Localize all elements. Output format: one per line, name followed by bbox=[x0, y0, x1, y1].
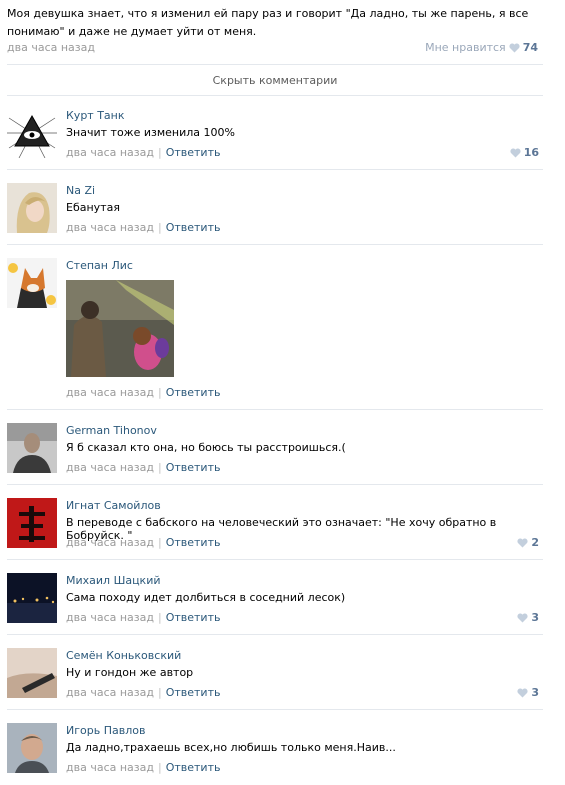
reply-link[interactable]: Ответить bbox=[166, 536, 221, 549]
separator: | bbox=[157, 386, 162, 399]
comment-meta: два часа назад | Ответить bbox=[66, 386, 220, 399]
comment-time[interactable]: два часа назад bbox=[66, 146, 154, 159]
separator: | bbox=[157, 611, 162, 624]
post-like-count: 74 bbox=[522, 41, 538, 54]
comment-meta: два часа назад | Ответить bbox=[66, 461, 220, 474]
avatar[interactable] bbox=[7, 108, 57, 158]
comment-item: Курт Танк Значит тоже изменила 100% два … bbox=[7, 95, 543, 170]
comment-like-button[interactable]: 3 bbox=[517, 611, 539, 624]
comment-text: Ебанутая bbox=[66, 201, 120, 214]
comment-like-button[interactable]: 16 bbox=[510, 146, 539, 159]
separator: | bbox=[157, 221, 162, 234]
comment-text: Я б сказал кто она, но боюсь ты расстрои… bbox=[66, 441, 346, 454]
avatar[interactable] bbox=[7, 723, 57, 773]
comment-author[interactable]: Михаил Шацкий bbox=[66, 574, 161, 587]
heart-icon bbox=[517, 687, 528, 698]
comment-time[interactable]: два часа назад bbox=[66, 461, 154, 474]
comment-time[interactable]: два часа назад bbox=[66, 761, 154, 774]
separator: | bbox=[157, 536, 162, 549]
avatar[interactable] bbox=[7, 183, 57, 233]
separator: | bbox=[157, 686, 162, 699]
comment-text: Значит тоже изменила 100% bbox=[66, 126, 235, 139]
reply-link[interactable]: Ответить bbox=[166, 461, 221, 474]
reply-link[interactable]: Ответить bbox=[166, 146, 221, 159]
comment-item: Игорь Павлов Да ладно,трахаешь всех,но л… bbox=[7, 710, 543, 784]
comment-like-count: 3 bbox=[531, 686, 539, 699]
comment-item: Семён Коньковский Ну и гондон же автор д… bbox=[7, 635, 543, 710]
comment-meta: два часа назад | Ответить bbox=[66, 536, 220, 549]
heart-icon bbox=[510, 147, 521, 158]
heart-icon bbox=[517, 537, 528, 548]
comment-meta: два часа назад | Ответить bbox=[66, 146, 220, 159]
comment-like-button[interactable]: 3 bbox=[517, 686, 539, 699]
comment-text: Да ладно,трахаешь всех,но любишь только … bbox=[66, 741, 396, 754]
separator: | bbox=[157, 461, 162, 474]
comment-item: Степан Лис два часа назад | Ответить bbox=[7, 245, 543, 410]
avatar[interactable] bbox=[7, 258, 57, 308]
comment-author[interactable]: Курт Танк bbox=[66, 109, 125, 122]
heart-icon bbox=[509, 42, 520, 53]
avatar[interactable] bbox=[7, 573, 57, 623]
post-text: Моя девушка знает, что я изменил ей пару… bbox=[7, 7, 529, 38]
comment-meta: два часа назад | Ответить bbox=[66, 686, 220, 699]
comment-like-count: 3 bbox=[531, 611, 539, 624]
heart-icon bbox=[517, 612, 528, 623]
post-time[interactable]: два часа назад bbox=[7, 41, 95, 54]
reply-link[interactable]: Ответить bbox=[166, 221, 221, 234]
hide-comments-link[interactable]: Скрыть комментарии bbox=[7, 64, 543, 96]
comment-author[interactable]: Na Zi bbox=[66, 184, 95, 197]
reply-link[interactable]: Ответить bbox=[166, 761, 221, 774]
comment-author[interactable]: German Tihonov bbox=[66, 424, 157, 437]
comment-time[interactable]: два часа назад bbox=[66, 386, 154, 399]
separator: | bbox=[157, 761, 162, 774]
comment-text: Сама походу идет долбиться в соседний ле… bbox=[66, 591, 346, 604]
comment-author[interactable]: Игнат Самойлов bbox=[66, 499, 161, 512]
comment-time[interactable]: два часа назад bbox=[66, 611, 154, 624]
separator: | bbox=[157, 146, 162, 159]
avatar[interactable] bbox=[7, 648, 57, 698]
comment-meta: два часа назад | Ответить bbox=[66, 221, 220, 234]
comment-item: Михаил Шацкий Сама походу идет долбиться… bbox=[7, 560, 543, 635]
comment-time[interactable]: два часа назад bbox=[66, 536, 154, 549]
comment-meta: два часа назад | Ответить bbox=[66, 611, 220, 624]
reply-link[interactable]: Ответить bbox=[166, 686, 221, 699]
comment-author[interactable]: Игорь Павлов bbox=[66, 724, 145, 737]
post-like-button[interactable]: Мне нравится 74 bbox=[425, 41, 538, 54]
reply-link[interactable]: Ответить bbox=[166, 611, 221, 624]
comment-item: Na Zi Ебанутая два часа назад | Ответить bbox=[7, 170, 543, 245]
comment-item: Игнат Самойлов В переводе с бабского на … bbox=[7, 485, 543, 560]
comment-author[interactable]: Степан Лис bbox=[66, 259, 133, 272]
comment-meta: два часа назад | Ответить bbox=[66, 761, 220, 774]
avatar[interactable] bbox=[7, 423, 57, 473]
post-like-label: Мне нравится bbox=[425, 41, 506, 54]
avatar[interactable] bbox=[7, 498, 57, 548]
comment-author[interactable]: Семён Коньковский bbox=[66, 649, 181, 662]
comment-time[interactable]: два часа назад bbox=[66, 686, 154, 699]
comment-text: Ну и гондон же автор bbox=[66, 666, 194, 679]
comment-time[interactable]: два часа назад bbox=[66, 221, 154, 234]
comment-item: German Tihonov Я б сказал кто она, но бо… bbox=[7, 410, 543, 485]
comment-like-count: 16 bbox=[523, 146, 539, 159]
attached-photo[interactable] bbox=[66, 280, 174, 377]
reply-link[interactable]: Ответить bbox=[166, 386, 221, 399]
comment-like-count: 2 bbox=[531, 536, 539, 549]
comment-like-button[interactable]: 2 bbox=[517, 536, 539, 549]
